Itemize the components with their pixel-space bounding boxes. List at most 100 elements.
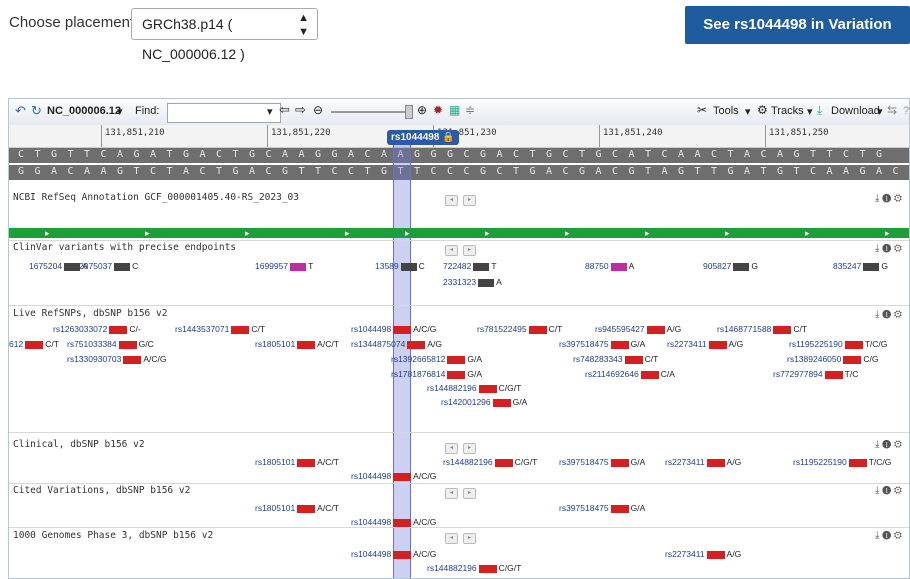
variant-allele: C/A: [660, 369, 675, 379]
zoom-out-icon[interactable]: ⊖: [313, 103, 323, 117]
track-icons[interactable]: ⤓ ❶ ⚙: [875, 309, 902, 320]
variant-allele: G: [751, 261, 758, 271]
variant-feature[interactable]: 612 C/T: [9, 339, 59, 349]
find-input[interactable]: [167, 103, 281, 123]
track-next-button[interactable]: ▸: [463, 533, 476, 544]
track-prev-button[interactable]: ◂: [445, 195, 458, 206]
variant-feature[interactable]: rs1344875074 A/G: [351, 339, 442, 349]
variant-id: 905827: [703, 261, 732, 271]
track-prev-button[interactable]: ◂: [445, 533, 458, 544]
grid-icon[interactable]: ▦: [449, 103, 460, 117]
track-prev-button[interactable]: ◂: [445, 245, 458, 256]
link-icon[interactable]: ⇆: [887, 103, 897, 117]
variant-marker: [624, 355, 643, 364]
track-icons[interactable]: ⤓ ❶ ⚙: [875, 485, 902, 496]
variant-feature[interactable]: rs772977894 T/C: [773, 369, 858, 379]
variant-feature[interactable]: rs781522495 C/T: [477, 324, 562, 334]
tracks-menu[interactable]: Tracks: [771, 105, 804, 117]
track-icons[interactable]: ⤓ ❶ ⚙: [875, 530, 902, 541]
variant-feature[interactable]: 88750 A: [585, 261, 634, 271]
variant-id: rs751033384: [67, 339, 117, 349]
tools-menu[interactable]: Tools: [713, 105, 739, 117]
next-icon[interactable]: ⇨: [295, 102, 306, 118]
variant-feature[interactable]: rs1805101 A/C/T: [255, 503, 339, 513]
track-next-button[interactable]: ▸: [463, 245, 476, 256]
base: C: [430, 166, 437, 177]
track-icons[interactable]: ⤓ ❶ ⚙: [875, 243, 902, 254]
variant-feature[interactable]: rs2273411 A/G: [665, 549, 741, 559]
download-menu[interactable]: Download: [831, 105, 880, 117]
variant-feature[interactable]: rs397518475 G/A: [559, 503, 645, 513]
track-prev-button[interactable]: ◂: [445, 443, 458, 454]
variant-feature[interactable]: rs751033384 G/C: [67, 339, 154, 349]
base: T: [793, 166, 800, 177]
variant-marker: [844, 340, 863, 349]
variant-feature[interactable]: rs1044498 A/C/G: [351, 549, 436, 559]
track-next-button[interactable]: ▸: [463, 443, 476, 454]
variant-feature[interactable]: rs144882196 C/G/T: [427, 563, 521, 573]
variant-feature[interactable]: rs1044498 A/C/G: [351, 517, 436, 527]
variant-feature[interactable]: rs1044498 A/C/G: [351, 324, 436, 334]
variant-feature[interactable]: 905827 G: [703, 261, 758, 271]
variant-feature[interactable]: rs1330930703 A/C/G: [67, 354, 167, 364]
variant-feature[interactable]: rs1195225190 T/C/G: [793, 457, 891, 467]
help-icon[interactable]: ?: [903, 105, 909, 117]
track-icons[interactable]: ⤓ ❶ ⚙: [875, 439, 902, 450]
find-dropdown-icon[interactable]: ▾: [267, 105, 273, 118]
variant-feature[interactable]: rs1392665812 G/A: [391, 354, 482, 364]
variant-feature[interactable]: rs1805101 A/C/T: [255, 457, 339, 467]
track-prev-button[interactable]: ◂: [445, 488, 458, 499]
variant-feature[interactable]: rs945595427 A/G: [595, 324, 681, 334]
selected-variant-flag[interactable]: rs1044498 🔒: [387, 130, 459, 145]
zoom-in-icon[interactable]: ⊕: [417, 103, 427, 117]
reload-icon[interactable]: ↻: [31, 103, 42, 119]
track-icons[interactable]: ⤓ ❶ ⚙: [875, 193, 902, 204]
base: G: [545, 149, 553, 160]
seq-id-menu[interactable]: NC_000006.12: [47, 105, 121, 117]
variant-feature[interactable]: rs2114692646 C/A: [585, 369, 675, 379]
variant-feature[interactable]: rs1389246050 C/G: [787, 354, 878, 364]
variant-id: rs1330930703: [67, 354, 122, 364]
prev-icon[interactable]: ⇦: [279, 102, 290, 118]
variant-id: rs397518475: [559, 503, 609, 513]
variant-feature[interactable]: rs144882196 C/G/T: [427, 383, 521, 393]
tools-dropdown-icon[interactable]: ▾: [745, 105, 751, 118]
track-separator: [9, 483, 909, 484]
variant-feature[interactable]: rs1443537071 C/T: [175, 324, 265, 334]
variant-feature[interactable]: rs1805101 A/C/T: [255, 339, 339, 349]
variation-viewer-button[interactable]: See rs1044498 in Variation Viewer: [685, 6, 910, 71]
variant-feature[interactable]: 1699957 T: [255, 261, 313, 271]
variant-feature[interactable]: rs1468771588 C/T: [717, 324, 807, 334]
placement-select[interactable]: GRCh38.p14 ( NC_000006.12 ) ▲ ▼: [131, 8, 318, 62]
variant-feature[interactable]: 2075037 C: [79, 261, 138, 271]
variant-feature[interactable]: rs2273411 A/G: [667, 339, 743, 349]
track-next-button[interactable]: ▸: [463, 488, 476, 499]
variant-feature[interactable]: 722482 T: [443, 261, 497, 271]
seq-id-dropdown-icon[interactable]: ▾: [117, 105, 123, 118]
variant-feature[interactable]: 2331323 A: [443, 277, 502, 287]
variant-feature[interactable]: rs1781876814 G/A: [391, 369, 482, 379]
variant-feature[interactable]: rs397518475 G/A: [559, 457, 645, 467]
zoom-slider[interactable]: [331, 111, 411, 113]
variant-feature[interactable]: 835247 G: [833, 261, 888, 271]
zoom-slider-handle[interactable]: [405, 105, 413, 119]
variant-feature[interactable]: rs397518475 G/A: [559, 339, 645, 349]
variant-allele: C/T: [251, 324, 266, 334]
variant-feature[interactable]: rs142001296 G/A: [441, 397, 527, 407]
variant-feature[interactable]: rs748283343 C/T: [573, 354, 658, 364]
base: G: [314, 149, 322, 160]
download-dropdown-icon[interactable]: ▾: [877, 105, 883, 118]
track-next-button[interactable]: ▸: [463, 195, 476, 206]
tracks-dropdown-icon[interactable]: ▾: [807, 105, 813, 118]
variant-feature[interactable]: 13589 C: [375, 261, 425, 271]
variant-allele: C/G: [863, 354, 879, 364]
align-icon[interactable]: ≑: [465, 103, 475, 117]
variant-feature[interactable]: rs1195225190 T/C/G: [789, 339, 887, 349]
back-icon[interactable]: ↶: [15, 103, 26, 119]
variant-feature[interactable]: rs144882196 C/G/T: [443, 457, 537, 467]
gene-bar[interactable]: ▸ ▸ ▸ ▸ ▸ ▸ ▸ ▸ ▸ ▸ ▸: [9, 228, 909, 238]
variant-feature[interactable]: rs1044498 A/C/G: [351, 471, 436, 481]
variant-feature[interactable]: rs1263033072 C/-: [53, 324, 141, 334]
variant-feature[interactable]: rs2273411 A/G: [665, 457, 741, 467]
bug-icon[interactable]: ✹: [433, 103, 443, 117]
